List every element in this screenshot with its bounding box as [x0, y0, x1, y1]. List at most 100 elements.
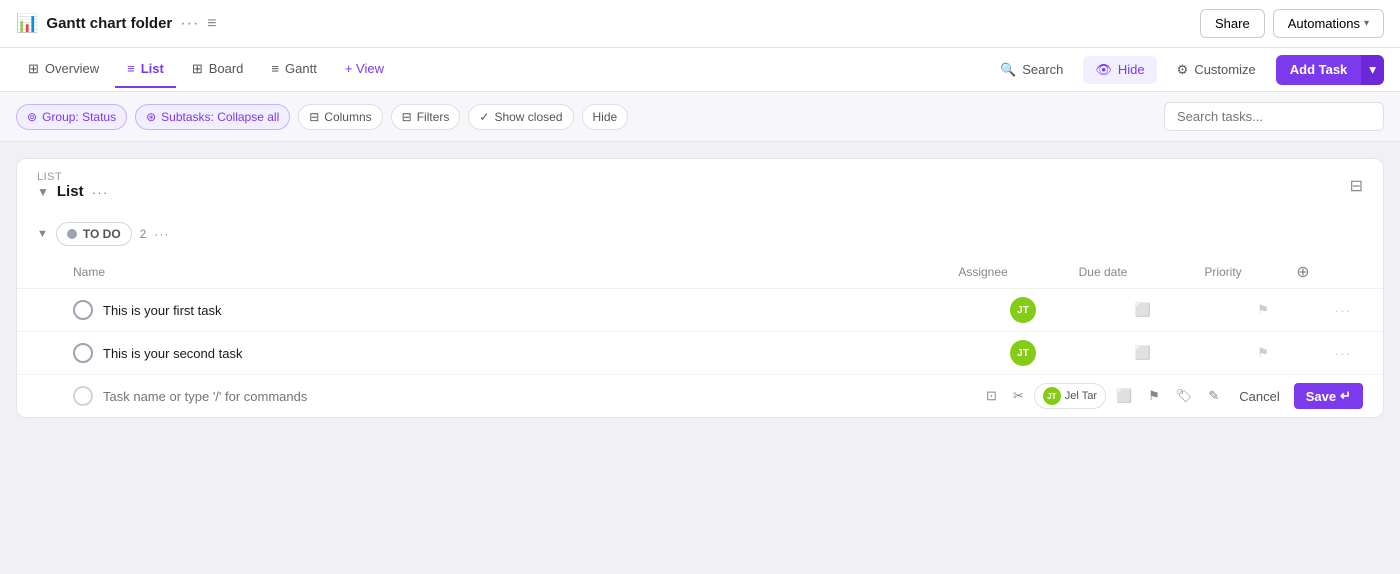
task-duedate-1[interactable]: ⬜ [1083, 302, 1203, 318]
save-button[interactable]: Save ↵ [1294, 383, 1363, 409]
hide-chip[interactable]: Hide [582, 104, 629, 130]
new-task-priority-icon[interactable]: ⚑ [1142, 384, 1166, 408]
board-icon: ⊞ [192, 61, 203, 77]
jel-tar-label: Jel Tar [1065, 390, 1097, 402]
list-icon: ≡ [127, 61, 135, 76]
group-collapse-button[interactable]: ▼ [37, 228, 48, 240]
enter-icon: ↵ [1340, 388, 1351, 404]
filters-chip[interactable]: ⊟ Filters [391, 104, 461, 130]
add-task-chevron-button[interactable]: ▾ [1361, 55, 1384, 85]
new-task-edit-icon[interactable]: ✎ [1202, 384, 1225, 408]
list-title-row: ▼ List ··· [37, 183, 109, 200]
filters-icon: ⊟ [402, 110, 412, 124]
add-task-wrapper: Add Task ▾ [1276, 55, 1384, 85]
avatar: JT [1010, 340, 1036, 366]
menu-icon[interactable]: ≡ [207, 15, 216, 33]
columns-chip[interactable]: ⊟ Columns [298, 104, 382, 130]
automations-button[interactable]: Automations ▾ [1273, 9, 1384, 38]
new-task-check [73, 386, 93, 406]
share-button[interactable]: Share [1200, 9, 1265, 38]
show-closed-icon: ✓ [479, 110, 489, 124]
tab-add-view[interactable]: + View [333, 51, 396, 88]
cancel-button[interactable]: Cancel [1229, 384, 1289, 409]
task-duedate-2[interactable]: ⬜ [1083, 345, 1203, 361]
new-task-label-icon[interactable]: 🏷 [1170, 384, 1199, 408]
list-sublabel: List [37, 171, 109, 183]
tab-board[interactable]: ⊞ Board [180, 51, 256, 89]
table-row: This is your second task JT ⬜ ⚑ ··· [17, 332, 1383, 375]
column-headers: Name Assignee Due date Priority ⊕ [17, 256, 1383, 289]
new-task-input[interactable] [103, 389, 980, 404]
top-bar: 📊 Gantt chart folder ··· ≡ Share Automat… [0, 0, 1400, 48]
customize-button[interactable]: ⚙ Customize [1165, 56, 1268, 84]
folder-icon: 📊 [16, 13, 38, 34]
toolbar-left: ⊚ Group: Status ⊛ Subtasks: Collapse all… [16, 104, 628, 130]
tab-list[interactable]: ≡ List [115, 51, 176, 88]
group-count: 2 [140, 227, 147, 241]
new-task-date-icon[interactable]: ⬜ [1110, 384, 1138, 408]
add-task-button[interactable]: Add Task [1276, 55, 1362, 85]
group-label: TO DO [83, 227, 121, 241]
list-header: List ▼ List ··· ⊟ [17, 159, 1383, 204]
task-assignee-1[interactable]: JT [963, 297, 1083, 323]
folder-options-icon[interactable]: ··· [180, 15, 199, 33]
hide-nav-icon: 👁 [1095, 62, 1112, 78]
add-column-button[interactable]: ⊕ [1296, 262, 1309, 282]
gantt-icon: ≡ [271, 61, 279, 76]
col-priority-header: Priority [1163, 265, 1283, 279]
customize-icon: ⚙ [1177, 62, 1189, 78]
show-closed-chip[interactable]: ✓ Show closed [468, 104, 573, 130]
subtasks-chip[interactable]: ⊛ Subtasks: Collapse all [135, 104, 290, 130]
task-more-2[interactable]: ··· [1323, 345, 1363, 361]
subtasks-icon: ⊛ [146, 110, 156, 124]
jel-tar-badge[interactable]: JT Jel Tar [1034, 383, 1106, 409]
nav-tabs: ⊞ Overview ≡ List ⊞ Board ≡ Gantt + View… [0, 48, 1400, 92]
list-header-left: List ▼ List ··· [37, 171, 109, 200]
columns-icon: ⊟ [309, 110, 319, 124]
task-check-2[interactable] [73, 343, 93, 363]
avatar: JT [1010, 297, 1036, 323]
col-name-header: Name [73, 265, 923, 279]
task-name-1[interactable]: This is your first task [103, 303, 963, 318]
task-name-2[interactable]: This is your second task [103, 346, 963, 361]
tab-overview[interactable]: ⊞ Overview [16, 51, 111, 89]
hide-nav-button[interactable]: 👁 Hide [1083, 56, 1156, 84]
group-header: ▼ TO DO 2 ··· [17, 212, 1383, 256]
group-status-icon: ⊚ [27, 110, 37, 124]
nav-tabs-right: 🔍 Search 👁 Hide ⚙ Customize Add Task ▾ [988, 55, 1384, 85]
list-collapse-button[interactable]: ▼ [37, 185, 49, 199]
col-assignee-header: Assignee [923, 265, 1043, 279]
top-bar-right: Share Automations ▾ [1200, 9, 1384, 38]
toolbar: ⊚ Group: Status ⊛ Subtasks: Collapse all… [0, 92, 1400, 142]
col-duedate-header: Due date [1043, 265, 1163, 279]
panel-button[interactable]: ⊟ [1350, 176, 1363, 196]
top-bar-left: 📊 Gantt chart folder ··· ≡ [16, 13, 217, 34]
automations-chevron-icon: ▾ [1364, 18, 1369, 29]
tab-gantt[interactable]: ≡ Gantt [259, 51, 328, 88]
jel-tar-avatar: JT [1043, 387, 1061, 405]
group-more-icon[interactable]: ··· [154, 227, 169, 241]
task-assignee-2[interactable]: JT [963, 340, 1083, 366]
new-task-tag-icon[interactable]: ✂ [1007, 384, 1030, 408]
group-dot-icon [67, 229, 77, 239]
list-card: List ▼ List ··· ⊟ ▼ TO DO 2 ··· [16, 158, 1384, 418]
new-task-assign-icon[interactable]: ⊡ [980, 384, 1003, 408]
table-row: This is your first task JT ⬜ ⚑ ··· [17, 289, 1383, 332]
new-task-row: ⊡ ✂ JT Jel Tar ⬜ ⚑ 🏷 ✎ Cancel Save ↵ [17, 375, 1383, 417]
task-priority-1[interactable]: ⚑ [1203, 302, 1323, 318]
task-priority-2[interactable]: ⚑ [1203, 345, 1323, 361]
search-tasks-wrapper [1164, 102, 1384, 131]
group-badge[interactable]: TO DO [56, 222, 132, 246]
list-more-icon[interactable]: ··· [92, 184, 109, 200]
list-title: List [57, 183, 84, 200]
search-nav-button[interactable]: 🔍 Search [988, 56, 1075, 84]
task-check-1[interactable] [73, 300, 93, 320]
folder-title: Gantt chart folder [46, 15, 172, 32]
nav-tabs-left: ⊞ Overview ≡ List ⊞ Board ≡ Gantt + View [16, 51, 396, 89]
overview-icon: ⊞ [28, 61, 39, 77]
group-status-chip[interactable]: ⊚ Group: Status [16, 104, 127, 130]
task-more-1[interactable]: ··· [1323, 302, 1363, 318]
new-task-actions: ⊡ ✂ JT Jel Tar ⬜ ⚑ 🏷 ✎ Cancel Save ↵ [980, 383, 1363, 409]
search-tasks-input[interactable] [1164, 102, 1384, 131]
search-nav-icon: 🔍 [1000, 62, 1016, 78]
